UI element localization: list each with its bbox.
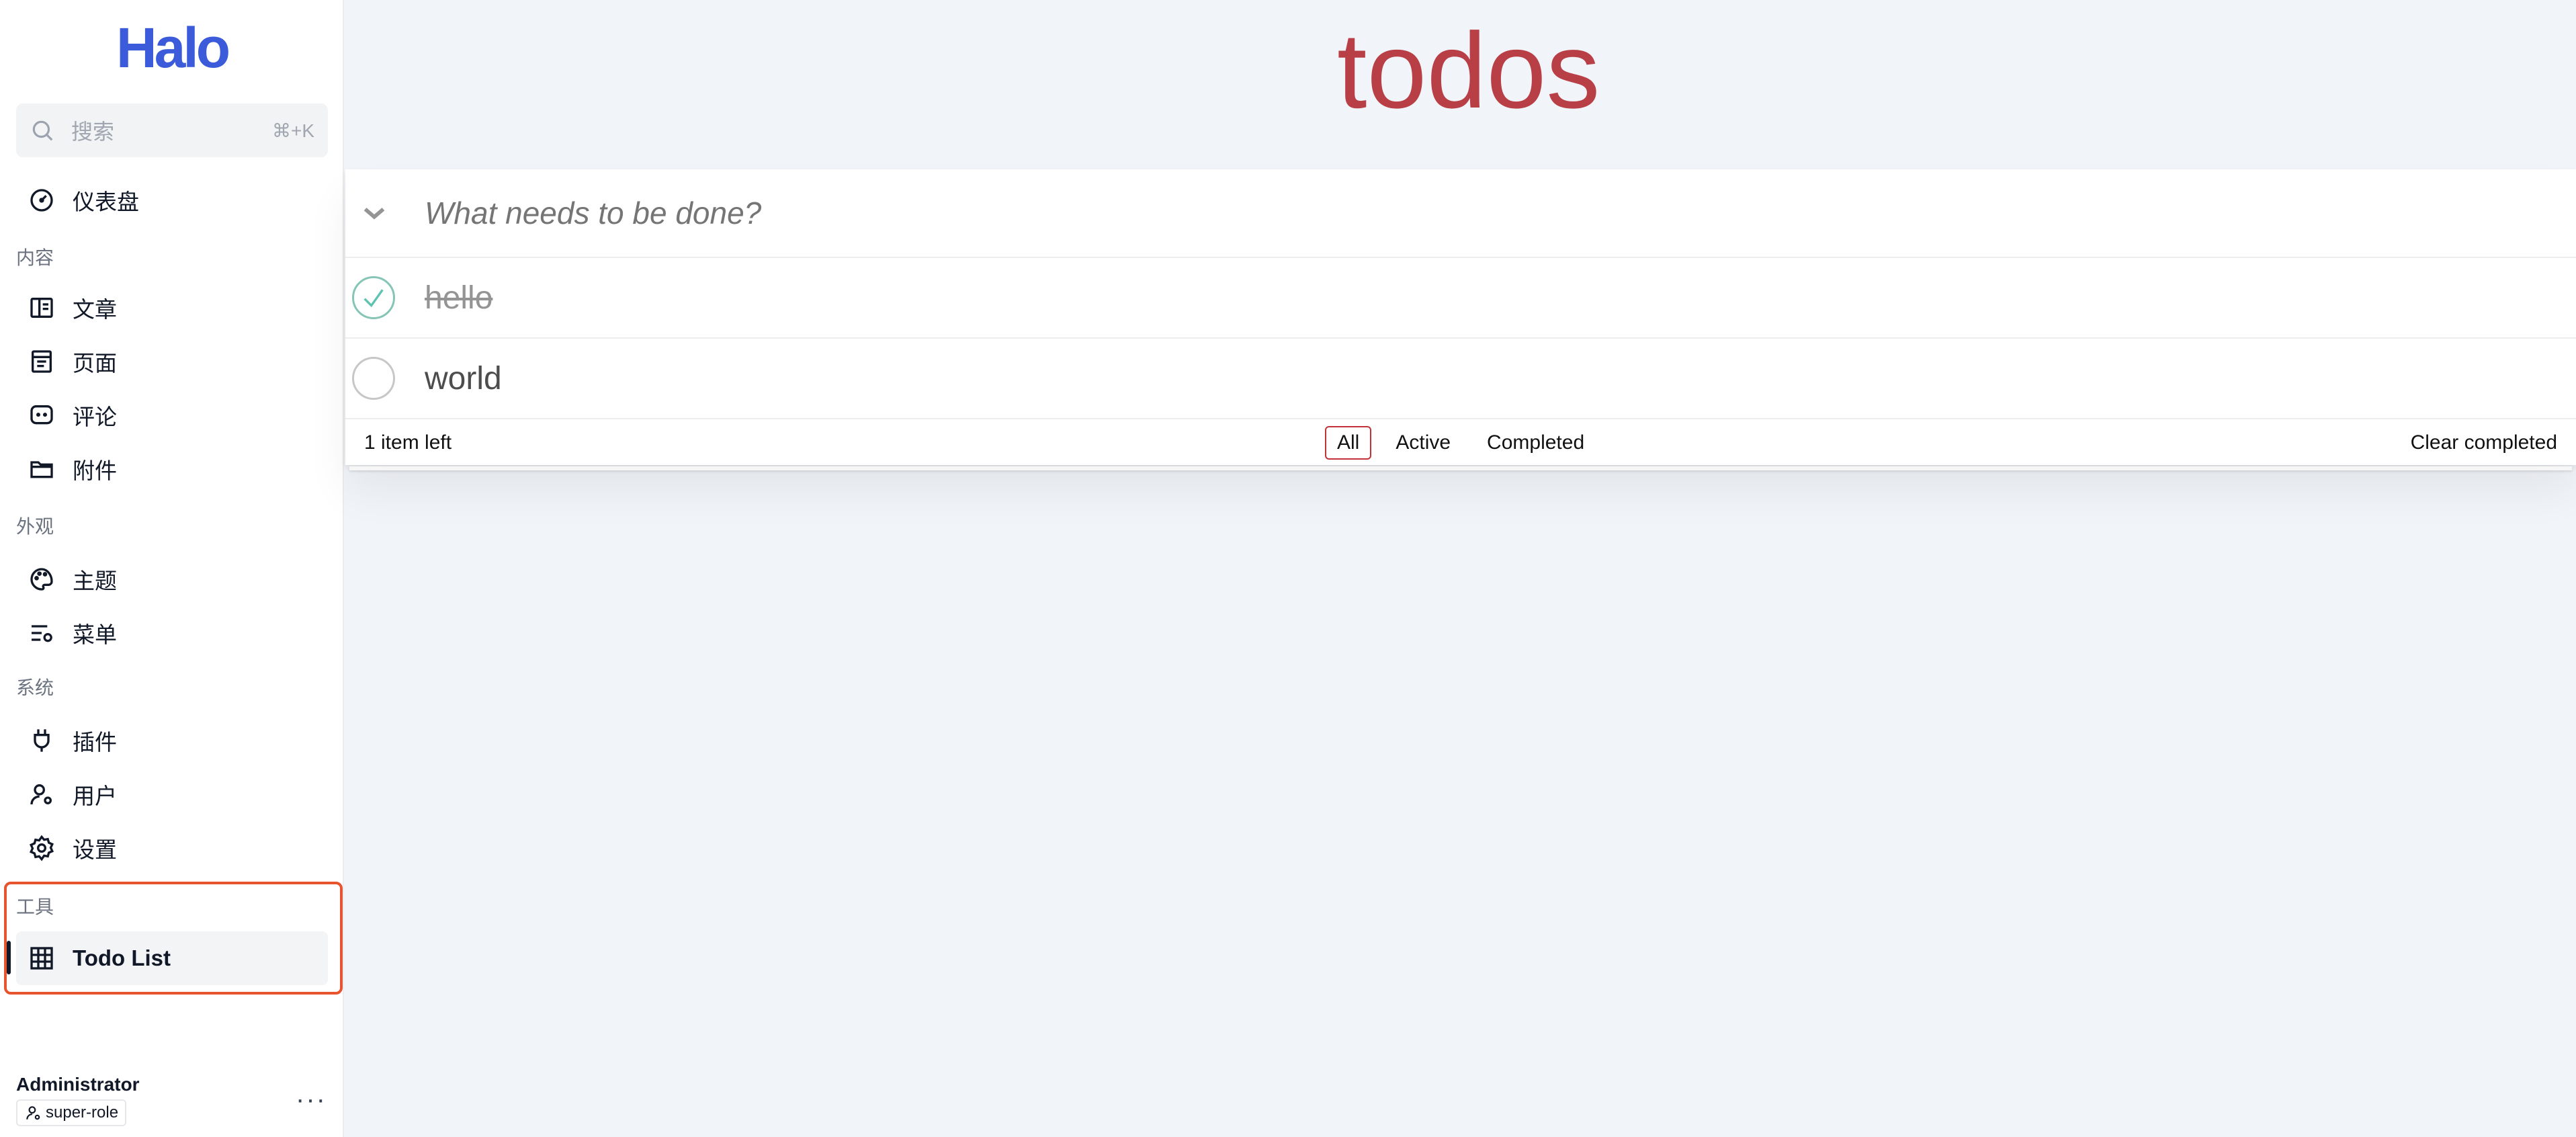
group-title-system: 系统	[16, 677, 54, 698]
comment-icon	[30, 405, 53, 425]
book-open-icon	[30, 298, 53, 318]
sidebar-item-plugins[interactable]: 插件	[16, 714, 328, 767]
todo-text[interactable]: hello	[425, 280, 492, 317]
more-options-button[interactable]: ···	[296, 1085, 327, 1115]
menu-settings-icon	[32, 625, 52, 642]
sidebar-item-label: 插件	[73, 730, 117, 755]
sidebar-item-settings[interactable]: 设置	[16, 821, 328, 875]
app-window: Halo 搜索 ⌘+K 仪表盘 内容 文章 页面 评论 附件 外观 主题 菜单 …	[0, 0, 2576, 1137]
todo-footer: 1 item left All Active Completed Clear c…	[345, 421, 2576, 465]
sidebar-item-label: 菜单	[73, 622, 117, 647]
sidebar-item-posts[interactable]: 文章	[16, 281, 328, 335]
sidebar-item-label: 页面	[73, 351, 117, 376]
sidebar-item-dashboard[interactable]: 仪表盘	[16, 173, 328, 227]
sidebar-item-label: Todo List	[73, 945, 171, 970]
filter-all[interactable]: All	[1325, 426, 1372, 460]
plug-icon	[34, 729, 50, 752]
sidebar-item-users[interactable]: 用户	[16, 767, 328, 821]
sidebar-item-label: 文章	[73, 297, 117, 322]
new-todo-row	[345, 169, 2576, 258]
active-indicator	[7, 941, 11, 974]
grid-table-icon	[30, 947, 53, 970]
sidebar-item-menus[interactable]: 菜单	[16, 606, 328, 660]
gear-icon	[29, 835, 54, 861]
sidebar-item-pages[interactable]: 页面	[16, 335, 328, 388]
logo-text: Halo	[116, 15, 230, 79]
todo-item: hello	[345, 258, 2576, 339]
check-icon	[363, 289, 384, 308]
todo-item: world	[345, 339, 2576, 419]
sidebar-item-label: 用户	[73, 784, 117, 808]
search-shortcut: ⌘+K	[271, 120, 314, 141]
filter-group: All Active Completed	[1325, 426, 1608, 460]
search-placeholder: 搜索	[71, 120, 115, 144]
card-stack-shadow	[349, 466, 2572, 470]
folder-icon	[30, 461, 53, 478]
group-title-tools: 工具	[16, 896, 54, 917]
sidebar-item-label: 评论	[73, 405, 117, 429]
todo-text[interactable]: world	[425, 360, 502, 397]
search-icon	[32, 120, 53, 141]
user-gear-icon	[30, 784, 52, 805]
sidebar-item-comments[interactable]: 评论	[16, 388, 328, 442]
search-box[interactable]: 搜索 ⌘+K	[16, 103, 328, 157]
page-layout-icon	[32, 350, 52, 373]
sidebar: Halo 搜索 ⌘+K 仪表盘 内容 文章 页面 评论 附件 外观 主题 菜单 …	[0, 0, 344, 1137]
filter-completed[interactable]: Completed	[1475, 426, 1596, 460]
todo-checkbox[interactable]	[352, 276, 395, 319]
filter-active[interactable]: Active	[1383, 426, 1463, 460]
sidebar-item-attachments[interactable]: 附件	[16, 442, 328, 496]
sidebar-item-label: 附件	[73, 458, 117, 483]
group-title-content: 内容	[16, 247, 54, 268]
chevron-down-icon[interactable]	[359, 198, 390, 228]
group-title-appearance: 外观	[16, 516, 54, 537]
sidebar-item-todo-list[interactable]: Todo List	[16, 931, 328, 985]
logo[interactable]: Halo	[0, 11, 344, 85]
user-role-label: super-role	[46, 1103, 119, 1122]
user-icon	[26, 1106, 40, 1120]
sidebar-item-label: 设置	[73, 837, 117, 862]
palette-icon	[30, 568, 53, 591]
todo-checkbox[interactable]	[352, 357, 395, 400]
sidebar-item-label: 主题	[73, 568, 117, 593]
sidebar-item-label: 仪表盘	[73, 190, 139, 214]
clear-completed-button[interactable]: Clear completed	[2411, 431, 2557, 454]
page-title: todos	[1337, 10, 1600, 130]
sidebar-item-themes[interactable]: 主题	[16, 552, 328, 606]
new-todo-input[interactable]	[425, 195, 2440, 231]
user-name: Administrator	[16, 1074, 140, 1095]
todo-card: hello world 1 item left All Active Compl…	[345, 169, 2576, 465]
user-role-badge: super-role	[16, 1099, 127, 1126]
items-left-count: 1 item left	[364, 431, 452, 454]
dashboard-gauge-icon	[30, 189, 53, 212]
